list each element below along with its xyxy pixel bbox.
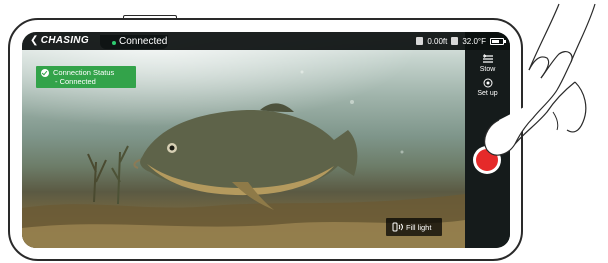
depth-value: 0.00ft [427, 36, 448, 46]
check-circle-icon [41, 69, 49, 77]
back-button[interactable]: ❮ CHASING [30, 35, 89, 46]
underwater-scene [22, 70, 465, 248]
back-chevron-icon: ❮ [30, 35, 39, 46]
brand-logo-text: CHASING [40, 35, 89, 46]
pointing-hand-illustration [484, 3, 596, 156]
connection-status-pill: Connected [100, 35, 168, 49]
toast-subtitle: - Connected [55, 77, 96, 86]
carp-fish [133, 103, 358, 210]
app-screen: ❮ CHASING Connected 0.00ft 32.0°F Connect… [22, 32, 510, 248]
fill-light-label: Fill light [406, 223, 432, 232]
flashlight-icon [392, 222, 403, 232]
fill-light-button[interactable]: Fill light [386, 218, 442, 236]
connection-status-toast: Connection Status - Connected [36, 66, 136, 88]
camera-feed [22, 32, 465, 248]
phone-frame: ❮ CHASING Connected 0.00ft 32.0°F Connect… [8, 18, 523, 261]
connection-dot-icon [112, 41, 116, 45]
depth-icon [416, 37, 424, 45]
toast-title: Connection Status [53, 68, 115, 77]
connection-status-text: Connected [119, 36, 168, 47]
